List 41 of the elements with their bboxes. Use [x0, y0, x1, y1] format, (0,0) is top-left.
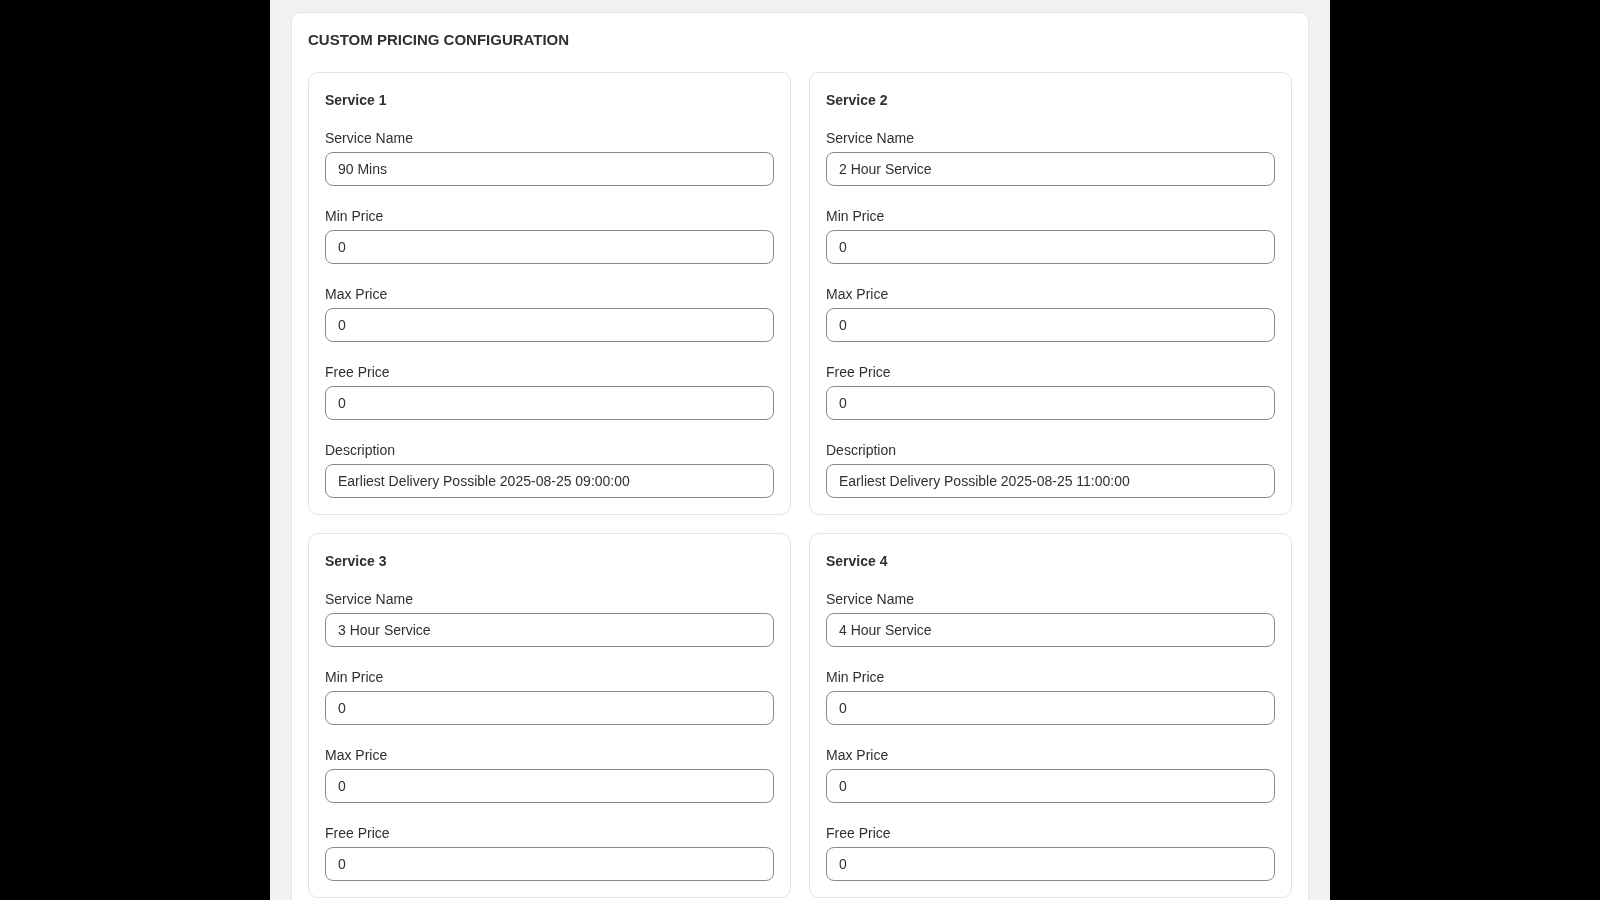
input-field[interactable]: 3 Hour Service	[325, 613, 774, 647]
input-field[interactable]: 0	[325, 847, 774, 881]
field-label: Description	[325, 441, 397, 460]
input-field[interactable]: 0	[325, 769, 774, 803]
field-label: Description	[826, 441, 898, 460]
field-label: Free Price	[826, 363, 892, 382]
input-field[interactable]: Earliest Delivery Possible 2025-08-25 09:00:00	[325, 464, 774, 498]
service-title: Service 1	[325, 91, 388, 110]
field-label: Service Name	[826, 129, 915, 148]
input-field[interactable]: 0	[826, 847, 1275, 881]
field-label: Free Price	[325, 824, 391, 843]
field-label: Max Price	[826, 746, 890, 765]
field-label: Min Price	[826, 668, 886, 687]
field-label: Max Price	[325, 285, 389, 304]
input-field[interactable]: 0	[325, 386, 774, 420]
input-field[interactable]: 0	[325, 691, 774, 725]
field-label: Min Price	[325, 668, 385, 687]
field-label: Max Price	[325, 746, 389, 765]
input-field[interactable]: 90 Mins	[325, 152, 774, 186]
input-field[interactable]: 0	[826, 691, 1275, 725]
service-title: Service 3	[325, 552, 388, 571]
field-label: Free Price	[826, 824, 892, 843]
field-label: Service Name	[325, 590, 414, 609]
input-field[interactable]: Earliest Delivery Possible 2025-08-25 11:00:00	[826, 464, 1275, 498]
input-field[interactable]: 2 Hour Service	[826, 152, 1275, 186]
field-label: Service Name	[826, 590, 915, 609]
section-title: CUSTOM PRICING CONFIGURATION	[308, 30, 571, 50]
input-field[interactable]: 4 Hour Service	[826, 613, 1275, 647]
input-field[interactable]: 0	[826, 769, 1275, 803]
input-field[interactable]: 0	[826, 308, 1275, 342]
field-label: Free Price	[325, 363, 391, 382]
input-field[interactable]: 0	[826, 386, 1275, 420]
input-field[interactable]: 0	[325, 230, 774, 264]
field-label: Max Price	[826, 285, 890, 304]
field-label: Min Price	[826, 207, 886, 226]
service-title: Service 2	[826, 91, 889, 110]
field-label: Service Name	[325, 129, 414, 148]
input-field[interactable]: 0	[826, 230, 1275, 264]
field-label: Min Price	[325, 207, 385, 226]
input-field[interactable]: 0	[325, 308, 774, 342]
service-title: Service 4	[826, 552, 889, 571]
